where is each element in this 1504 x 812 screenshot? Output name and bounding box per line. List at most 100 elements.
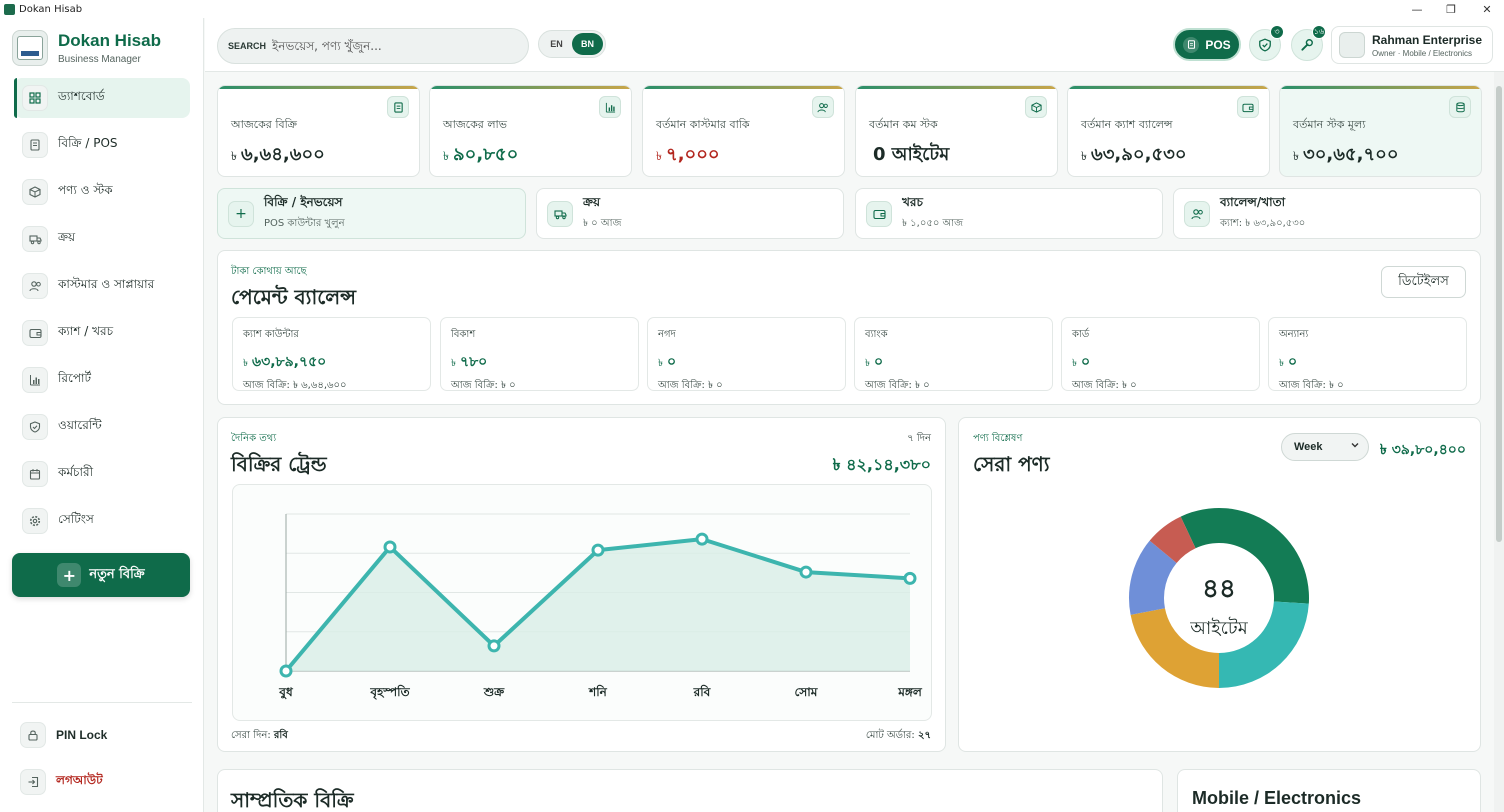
- payment-sub: আজ বিক্রি: ৳ ০: [865, 380, 930, 391]
- trend-point: [799, 565, 813, 579]
- payment-card-card[interactable]: কার্ড ৳ ০ আজ বিক্রি: ৳ ০: [1061, 317, 1260, 391]
- sidebar-item-products-stock[interactable]: পণ্য ও স্টক: [14, 172, 190, 212]
- sidebar-item-dashboard[interactable]: ড্যাশবোর্ড: [14, 78, 190, 118]
- window-title: Dokan Hisab: [19, 3, 83, 15]
- trend-chart-frame: বুধ বৃহস্পতি শুক্র শনি রবি সোম মঙ্গল: [232, 484, 932, 721]
- period-select-value: Week: [1294, 441, 1323, 453]
- trend-point: [903, 571, 917, 585]
- logout-button[interactable]: লগআউট: [20, 769, 190, 795]
- database-icon: [1449, 96, 1471, 118]
- total-orders: মোট অর্ডার: ২৭: [865, 730, 931, 741]
- payment-card-cash-counter[interactable]: ক্যাশ কাউন্টার ৳ ৬৩,৮৯,৭৫০ আজ বিক্রি: ৳ ৬…: [232, 317, 431, 391]
- shield-check-icon: [1259, 38, 1271, 52]
- sidebar-item-label: ওয়ারেন্টি: [58, 418, 102, 432]
- stat-card-customer-due[interactable]: বর্তমান কাস্টমার বাকি ৳ ৭,০০০: [642, 85, 845, 177]
- section-kicker: পণ্য বিশ্লেষণ: [973, 433, 1023, 444]
- close-button[interactable]: ✕: [1470, 0, 1504, 18]
- payment-label: বিকাশ: [451, 329, 476, 340]
- minimize-button[interactable]: —: [1400, 0, 1434, 18]
- shield-icon: [22, 414, 48, 440]
- logout-icon: [20, 769, 46, 795]
- trend-point: [695, 532, 709, 546]
- brand-subtitle: Business Manager: [58, 54, 141, 65]
- plus-icon: +: [57, 563, 82, 587]
- sidebar-item-settings[interactable]: সেটিংস: [14, 501, 190, 541]
- payment-label: অন্যান্য: [1279, 329, 1309, 340]
- sidebar-item-label: সেটিংস: [58, 512, 94, 526]
- trend-point: [383, 540, 397, 554]
- lang-bn-option[interactable]: BN: [572, 33, 603, 55]
- business-type-panel: Mobile / Electronics: [1177, 769, 1481, 812]
- stat-value: ৳ ৭,০০০: [656, 144, 720, 165]
- quick-action-expense[interactable]: খরচ ৳ ১,০৫০ আজ: [855, 188, 1163, 239]
- sidebar-item-sales-pos[interactable]: বিক্রি / POS: [14, 125, 190, 165]
- stat-card-cash-balance[interactable]: বর্তমান ক্যাশ ব্যালেন্স ৳ ৬৩,৯০,৫৩০: [1067, 85, 1270, 177]
- trend-point: [591, 543, 605, 557]
- sidebar: Dokan Hisab Business Manager ড্যাশবোর্ড …: [0, 18, 204, 812]
- quick-action-balance-ledger[interactable]: ব্যালেন্স/খাতা ক্যাশ: ৳ ৬৩,৯০,৫৩০: [1173, 188, 1481, 239]
- lang-en-option[interactable]: EN: [541, 33, 572, 55]
- lock-icon: [20, 722, 46, 748]
- sidebar-item-employees[interactable]: কর্মচারী: [14, 454, 190, 494]
- sidebar-item-customers-suppliers[interactable]: কাস্টমার ও সাপ্লায়ার: [14, 266, 190, 306]
- sidebar-item-reports[interactable]: রিপোর্ট: [14, 360, 190, 400]
- truck-icon: [22, 226, 48, 252]
- stat-card-today-profit[interactable]: আজকের লাভ ৳ ৯০,৮৫০: [429, 85, 632, 177]
- section-kicker: টাকা কোথায় আছে: [231, 266, 307, 277]
- wallet-icon: [1237, 96, 1259, 118]
- stat-card-stock-value[interactable]: বর্তমান স্টক মূল্য ৳ ৩০,৬৫,৭০০: [1279, 85, 1482, 177]
- service-button[interactable]: ১৬: [1291, 25, 1326, 61]
- stat-card-today-sales[interactable]: আজকের বিক্রি ৳ ৬,৬৪,৬০০: [217, 85, 420, 177]
- best-day: সেরা দিন: রবি: [231, 730, 288, 741]
- trend-chart: বুধ বৃহস্পতি শুক্র শনি রবি সোম মঙ্গল: [278, 513, 923, 701]
- sidebar-item-purchase[interactable]: ক্রয়: [14, 219, 190, 259]
- period-select[interactable]: Week: [1281, 433, 1369, 461]
- payment-card-other[interactable]: অন্যান্য ৳ ০ আজ বিক্রি: ৳ ০: [1268, 317, 1467, 391]
- payment-card-bkash[interactable]: বিকাশ ৳ ৭৮০ আজ বিক্রি: ৳ ০: [440, 317, 639, 391]
- stat-label: বর্তমান ক্যাশ ব্যালেন্স: [1081, 118, 1173, 131]
- payment-label: ব্যাংক: [865, 329, 888, 340]
- users-icon: [812, 96, 834, 118]
- maximize-button[interactable]: ❐: [1434, 0, 1468, 18]
- grid-icon: [22, 85, 48, 111]
- sidebar-item-warranty[interactable]: ওয়ারেন্টি: [14, 407, 190, 447]
- warranty-alert-button[interactable]: ৩: [1249, 25, 1284, 61]
- sidebar-item-label: ক্যাশ / খরচ: [58, 324, 114, 338]
- sidebar-item-label: ক্রয়: [58, 230, 76, 244]
- search-input[interactable]: [272, 39, 513, 53]
- sidebar-item-label: বিক্রি / POS: [58, 136, 118, 150]
- quick-action-sub: ক্যাশ: ৳ ৬৩,৯০,৫৩০: [1220, 218, 1306, 229]
- pin-lock-button[interactable]: PIN Lock: [20, 722, 190, 748]
- scrollbar-thumb[interactable]: [1496, 86, 1502, 542]
- sidebar-item-label: কর্মচারী: [58, 465, 94, 479]
- x-tick-label: বুধ: [278, 685, 294, 701]
- new-sale-button[interactable]: + নতুন বিক্রি: [12, 553, 190, 597]
- section-title: বিক্রির ট্রেন্ড: [231, 452, 327, 476]
- quick-action-title: খরচ: [902, 195, 923, 209]
- top-products-panel: পণ্য বিশ্লেষণ সেরা পণ্য Week ৳ ৩৯,৮০,৪০০…: [958, 417, 1481, 752]
- details-button[interactable]: ডিটেইলস: [1381, 266, 1466, 298]
- profile-card[interactable]: Rahman Enterprise Owner · Mobile / Elect…: [1331, 26, 1493, 64]
- search-box: SEARCH: [217, 28, 529, 64]
- topbar: SEARCH EN BN POS ৩ ১৬ Rahman Enterprise …: [205, 18, 1504, 72]
- payment-sub: আজ বিক্রি: ৳ ০: [451, 380, 516, 391]
- wallet-icon: [866, 200, 892, 227]
- payment-value: ৳ ৭৮০: [451, 354, 488, 370]
- x-tick-label: মঙ্গল: [897, 685, 923, 699]
- quick-action-purchase[interactable]: ক্রয় ৳ ০ আজ: [536, 188, 844, 239]
- stat-value: 0 আইটেম: [873, 144, 950, 165]
- sales-trend-panel: দৈনিক তথ্য বিক্রির ট্রেন্ড ৭ দিন ৳ ৪২,১৪…: [217, 417, 946, 752]
- payment-card-nagad[interactable]: নগদ ৳ ০ আজ বিক্রি: ৳ ০: [647, 317, 846, 391]
- stat-card-low-stock[interactable]: বর্তমান কম স্টক 0 আইটেম: [855, 85, 1058, 177]
- pos-button[interactable]: POS: [1173, 28, 1241, 61]
- quick-action-title: ক্রয়: [583, 195, 601, 209]
- profile-name: Rahman Enterprise: [1372, 32, 1483, 47]
- scrollbar-track[interactable]: [1494, 72, 1504, 812]
- quick-action-sale-invoice[interactable]: + বিক্রি / ইনভয়েস POS কাউন্টার খুলুন: [217, 188, 526, 239]
- payment-card-bank[interactable]: ব্যাংক ৳ ০ আজ বিক্রি: ৳ ০: [854, 317, 1053, 391]
- sidebar-item-label: কাস্টমার ও সাপ্লায়ার: [58, 277, 155, 291]
- quick-action-sub: POS কাউন্টার খুলুন: [264, 218, 345, 229]
- language-toggle[interactable]: EN BN: [538, 30, 606, 58]
- section-title: সাম্প্রতিক বিক্রি: [231, 788, 354, 812]
- sidebar-item-cash-expense[interactable]: ক্যাশ / খরচ: [14, 313, 190, 353]
